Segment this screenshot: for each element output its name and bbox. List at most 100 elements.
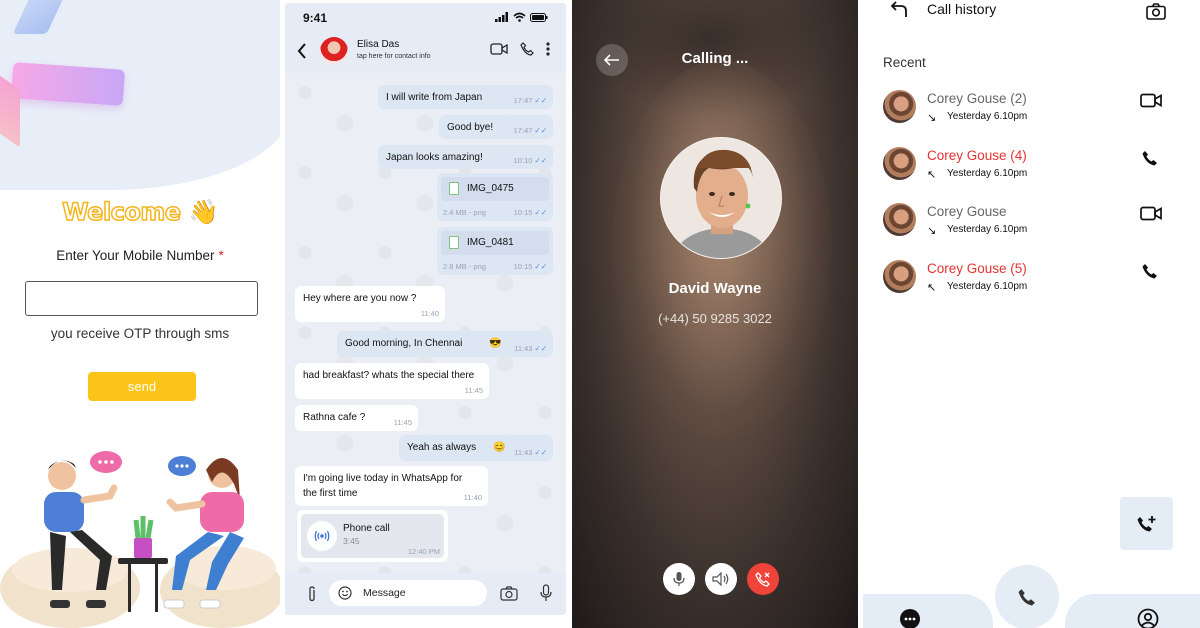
call-controls (663, 563, 779, 595)
message-bubble[interactable]: had breakfast? whats the special there 1… (295, 363, 489, 399)
back-arrow-icon[interactable] (297, 43, 307, 64)
camera-icon[interactable] (500, 586, 518, 601)
message-time: 10:10 (513, 156, 533, 165)
video-icon[interactable] (1140, 206, 1162, 221)
call-log-item[interactable]: Corey Gouse ↘ Yesterday 6.10pm (863, 203, 1200, 243)
decorative-shape (10, 62, 126, 106)
smile-emoji-icon: 😊 (493, 442, 506, 453)
file-attachment[interactable]: IMG_0475 (441, 177, 549, 201)
message-time: 12:40 PM (407, 547, 440, 556)
caller-name: Corey Gouse (927, 204, 1007, 219)
message-bubble[interactable]: Hey where are you now ? 11:40 (295, 286, 445, 322)
battery-icon (530, 12, 548, 22)
message-meta: 17:47 ✓✓ (514, 96, 547, 105)
more-options-icon[interactable] (546, 42, 550, 56)
file-attachment[interactable]: IMG_0481 (441, 231, 549, 255)
video-call-icon[interactable] (490, 43, 508, 55)
speaker-icon (712, 572, 729, 586)
outgoing-arrow-icon: ↘ (927, 224, 937, 237)
wave-emoji-icon: 👋 (188, 198, 219, 226)
screens-collage: Welcome 👋 Enter Your Mobile Number * you … (0, 0, 1200, 628)
call-log-item[interactable]: Corey Gouse (2) ↘ Yesterday 6.10pm (863, 90, 1200, 130)
message-text: Good bye! (447, 122, 494, 133)
message-meta: 10:10 ✓✓ (514, 156, 547, 165)
signal-icon (495, 12, 508, 22)
sunglasses-emoji-icon: 😎 (489, 338, 502, 349)
attach-icon[interactable] (307, 586, 317, 602)
back-arrow-icon[interactable] (890, 0, 908, 18)
message-text: Good morning, In Chennai (345, 338, 463, 349)
message-text: had breakfast? whats the special there (303, 370, 475, 381)
caller-photo (660, 137, 782, 259)
phone-icon[interactable] (1142, 263, 1158, 279)
chat-header: Elisa Das tap here for contact info (285, 31, 566, 73)
new-call-button[interactable] (1120, 497, 1173, 550)
phone-call-icon[interactable] (520, 42, 534, 56)
mobile-number-input[interactable] (25, 281, 258, 316)
read-receipt-icon: ✓✓ (534, 156, 547, 165)
login-screen: Welcome 👋 Enter Your Mobile Number * you … (0, 0, 280, 628)
document-icon (449, 236, 459, 249)
contact-info-hint[interactable]: tap here for contact info (357, 53, 431, 60)
contact-avatar[interactable] (320, 37, 348, 65)
camera-icon[interactable] (1146, 3, 1166, 20)
wifi-icon (513, 12, 526, 22)
call-time: Yesterday 6.10pm (947, 281, 1028, 292)
message-text: Japan looks amazing! (386, 152, 483, 163)
send-button[interactable]: send (88, 372, 196, 401)
call-log-item[interactable]: Corey Gouse (4) ↖ Yesterday 6.10pm (863, 147, 1200, 187)
avatar (883, 147, 916, 180)
file-info: 2.4 MB - png (443, 208, 486, 217)
chat-icon[interactable] (899, 608, 921, 628)
read-receipt-icon: ✓✓ (534, 448, 547, 457)
call-time: Yesterday 6.10pm (947, 224, 1028, 235)
message-bubble[interactable]: Good morning, In Chennai 😎 11:43 ✓✓ (337, 331, 553, 357)
mobile-label-text: Enter Your Mobile Number (56, 248, 215, 263)
message-meta: 10:15 ✓✓ (514, 208, 547, 217)
video-icon[interactable] (1140, 93, 1162, 108)
bottom-nav-left (863, 594, 993, 628)
file-info: 2.8 MB - png (443, 262, 486, 271)
contact-name[interactable]: Elisa Das (357, 39, 399, 50)
message-bubble[interactable]: Good bye! 17:47 ✓✓ (439, 115, 553, 139)
read-receipt-icon: ✓✓ (534, 126, 547, 135)
required-mark: * (218, 248, 224, 263)
microphone-icon[interactable] (540, 584, 552, 602)
end-call-button[interactable] (747, 563, 779, 595)
message-time: 11:40 (463, 493, 482, 502)
message-text: I'm going live today in WhatsApp for (303, 473, 463, 484)
speaker-button[interactable] (705, 563, 737, 595)
message-bubble[interactable]: I'm going live today in WhatsApp for the… (295, 466, 488, 506)
caller-name: Corey Gouse (5) (927, 261, 1027, 276)
status-time: 9:41 (303, 11, 328, 25)
message-time: 11:45 (464, 386, 483, 395)
file-name: IMG_0475 (467, 183, 514, 194)
message-input-bar: Message (285, 573, 566, 615)
calls-tab[interactable] (995, 565, 1059, 628)
message-bubble[interactable]: I will write from Japan 17:47 ✓✓ (378, 85, 553, 109)
end-call-icon (755, 572, 770, 587)
message-text: the first time (303, 488, 358, 499)
message-text: I will write from Japan (386, 92, 483, 103)
message-meta: 11:43 ✓✓ (514, 344, 547, 353)
call-history-screen: Call history Recent Corey Gouse (2) ↘ Ye… (863, 0, 1200, 628)
welcome-text: Welcome (61, 197, 182, 227)
profile-icon[interactable] (1137, 608, 1159, 628)
emoji-icon[interactable] (338, 586, 352, 600)
read-receipt-icon: ✓✓ (534, 208, 547, 217)
phone-icon[interactable] (1142, 150, 1158, 166)
mute-button[interactable] (663, 563, 695, 595)
file-message-bubble[interactable]: IMG_0475 2.4 MB - png 10:15 ✓✓ (437, 173, 553, 221)
message-bubble[interactable]: Rathna cafe ? 11:45 (295, 405, 418, 431)
message-bubble[interactable]: Japan looks amazing! 10:10 ✓✓ (378, 145, 553, 169)
message-input[interactable]: Message (329, 580, 487, 606)
file-message-bubble[interactable]: IMG_0481 2.8 MB - png 10:15 ✓✓ (437, 227, 553, 275)
call-message-bubble[interactable]: Phone call 3:45 12:40 PM (297, 510, 448, 562)
status-bar: 9:41 (285, 3, 566, 31)
section-heading: Recent (883, 55, 926, 70)
phone-icon (1018, 589, 1035, 606)
calling-screen: Calling ... David Wayne (+44) 50 9285 30… (572, 0, 858, 628)
message-bubble[interactable]: Yeah as always 😊 11:43 ✓✓ (399, 435, 553, 461)
call-log-item[interactable]: Corey Gouse (5) ↖ Yesterday 6.10pm (863, 260, 1200, 300)
incoming-arrow-icon: ↖ (927, 168, 937, 181)
